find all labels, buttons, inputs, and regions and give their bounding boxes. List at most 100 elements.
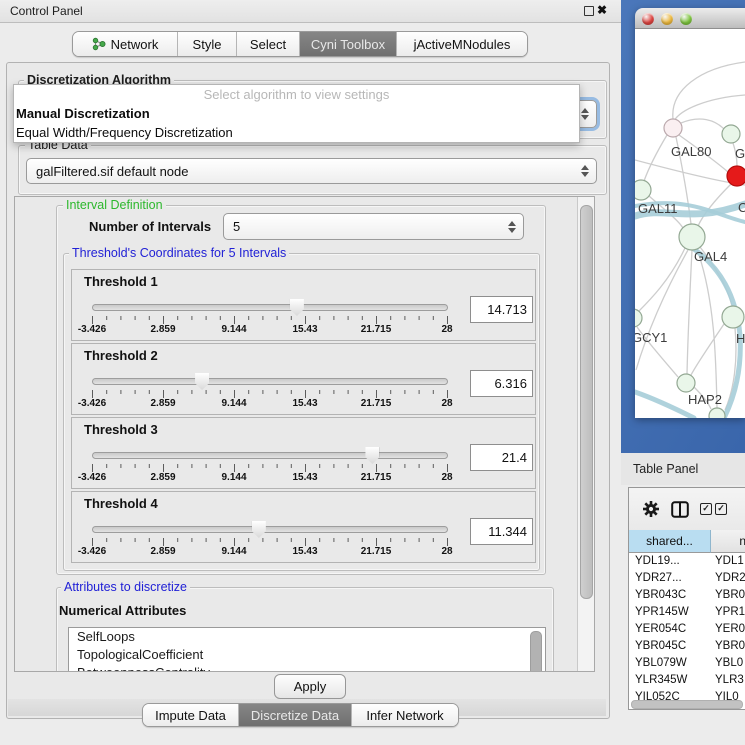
slider-tick-label: 21.715: [361, 472, 392, 483]
network-node-green[interactable]: [709, 408, 725, 418]
tab-jactivemnodules[interactable]: jActiveMNodules: [397, 32, 527, 56]
slider-thumb[interactable]: [195, 373, 209, 390]
gear-icon[interactable]: [642, 500, 660, 518]
list-item[interactable]: SelfLoops: [69, 628, 545, 646]
checkbox-icon[interactable]: ✓: [715, 503, 727, 515]
table-data-combo-value: galFiltered.sif default node: [27, 164, 578, 179]
attributes-list-scrollbar[interactable]: [530, 631, 542, 672]
popup-item-manual-discretization[interactable]: Manual Discretization: [14, 104, 579, 123]
float-window-icon[interactable]: [584, 6, 594, 16]
number-of-intervals-combo[interactable]: 5: [223, 213, 524, 240]
network-node-green[interactable]: [722, 125, 740, 143]
close-icon[interactable]: ✖: [597, 3, 607, 17]
tab-select[interactable]: Select: [237, 32, 300, 56]
tab-discretize-data[interactable]: Discretize Data: [239, 704, 352, 726]
column-header-name[interactable]: n: [711, 530, 745, 553]
tab-network[interactable]: Network: [73, 32, 178, 56]
table-toolbar: ✓ ✓: [629, 488, 745, 530]
table-panel-title: Table Panel: [633, 462, 698, 476]
network-window-titlebar[interactable]: [635, 8, 745, 29]
slider-tick-label: 15.43: [292, 546, 317, 557]
network-edge: [674, 95, 745, 121]
slider-tick-label: -3.426: [78, 398, 106, 409]
column-header-shared-name[interactable]: shared...: [629, 530, 711, 553]
network-graph: GAL80GGAL11CGAL4GCY1HHAP2: [635, 29, 745, 418]
network-node-label: H: [736, 331, 745, 346]
popup-placeholder: Select algorithm to view settings: [14, 85, 579, 104]
network-edge: [681, 119, 724, 129]
slider-tick-label: 9.144: [221, 398, 246, 409]
threshold-panel: Threshold 2-3.4262.8599.14415.4321.71528…: [71, 343, 536, 415]
tab-infer-network[interactable]: Infer Network: [352, 704, 458, 726]
list-item[interactable]: TopologicalCoefficient: [69, 646, 545, 664]
network-node-pink[interactable]: [664, 119, 682, 137]
top-tab-bar: Network Style Select Cyni Toolbox jActiv…: [72, 31, 528, 57]
tab-style[interactable]: Style: [178, 32, 237, 56]
network-node-label: G: [735, 146, 745, 161]
close-traffic-light[interactable]: [642, 13, 654, 25]
slider-thumb[interactable]: [252, 521, 266, 538]
table-row[interactable]: YPR145WYPR1: [629, 604, 745, 621]
network-node-label: GAL80: [671, 144, 711, 159]
network-icon: [92, 37, 106, 51]
tab-impute-data[interactable]: Impute Data: [143, 704, 239, 726]
network-node-green[interactable]: [722, 306, 744, 328]
zoom-traffic-light[interactable]: [680, 13, 692, 25]
control-panel-titlebar: Control Panel ✖: [0, 0, 621, 23]
threshold-value-field[interactable]: 14.713: [470, 296, 533, 323]
split-columns-icon[interactable]: [671, 501, 689, 518]
network-node-red[interactable]: [727, 166, 745, 186]
threshold-value-field[interactable]: 6.316: [470, 370, 533, 397]
slider-track[interactable]: [92, 526, 448, 533]
network-node-green[interactable]: [679, 224, 705, 250]
table-row[interactable]: YDR27...YDR2: [629, 570, 745, 587]
network-edge-thick: [635, 392, 694, 418]
threshold-panel: Threshold 1-3.4262.8599.14415.4321.71528…: [71, 269, 536, 341]
slider-tick-label: 9.144: [221, 472, 246, 483]
table-panel: ✓ ✓ shared... n YDL19...YDL1YDR27...YDR2…: [628, 487, 745, 710]
network-canvas[interactable]: GAL80GGAL11CGAL4GCY1HHAP2: [635, 29, 745, 418]
scrollbar-thumb[interactable]: [580, 205, 593, 599]
slider-track[interactable]: [92, 378, 448, 385]
tab-label: Network: [111, 37, 159, 52]
threshold-value-field[interactable]: 11.344: [470, 518, 533, 545]
slider-track[interactable]: [92, 304, 448, 311]
popup-item-equal-width-frequency[interactable]: Equal Width/Frequency Discretization: [14, 123, 579, 142]
table-row[interactable]: YBR045CYBR0: [629, 638, 745, 655]
slider-tick-label: 28: [441, 324, 452, 335]
table-row[interactable]: YER054CYER0: [629, 621, 745, 638]
slider-track[interactable]: [92, 452, 448, 459]
horizontal-scrollbar[interactable]: [631, 700, 743, 709]
tab-cyni-toolbox[interactable]: Cyni Toolbox: [300, 32, 397, 56]
slider-tick-label: 2.859: [150, 398, 175, 409]
cell-name: YDR2: [710, 570, 745, 587]
network-node-green[interactable]: [635, 309, 642, 327]
table-row[interactable]: YBR043CYBR0: [629, 587, 745, 604]
slider-tick-label: 28: [441, 546, 452, 557]
table-row[interactable]: YLR345WYLR3: [629, 672, 745, 689]
slider-tick-label: -3.426: [78, 472, 106, 483]
slider-tick-label: 21.715: [361, 546, 392, 557]
table-row[interactable]: YBL079WYBL0: [629, 655, 745, 672]
network-node-green[interactable]: [635, 180, 651, 200]
minimize-traffic-light[interactable]: [661, 13, 673, 25]
cell-shared-name: YBR045C: [629, 638, 710, 655]
table-data-combo[interactable]: galFiltered.sif default node: [26, 158, 597, 184]
bottom-tab-bar: Impute Data Discretize Data Infer Networ…: [142, 703, 459, 727]
network-node-label: GCY1: [635, 330, 667, 345]
slider-tick-label: 9.144: [221, 324, 246, 335]
network-node-green[interactable]: [677, 374, 695, 392]
cell-shared-name: YBL079W: [629, 655, 710, 672]
combo-stepper-icon: [578, 108, 592, 120]
checkbox-icon[interactable]: ✓: [700, 503, 712, 515]
slider-thumb[interactable]: [365, 447, 379, 464]
cell-name: YBR0: [710, 638, 745, 655]
list-item[interactable]: BetweennessCentrality: [69, 664, 545, 672]
slider-tick-label: 9.144: [221, 546, 246, 557]
table-row[interactable]: YDL19...YDL1: [629, 553, 745, 570]
threshold-value-field[interactable]: 21.4: [470, 444, 533, 471]
network-edge: [691, 324, 724, 375]
network-edge: [687, 250, 692, 374]
apply-button[interactable]: Apply: [274, 674, 346, 699]
slider-thumb[interactable]: [290, 299, 304, 316]
